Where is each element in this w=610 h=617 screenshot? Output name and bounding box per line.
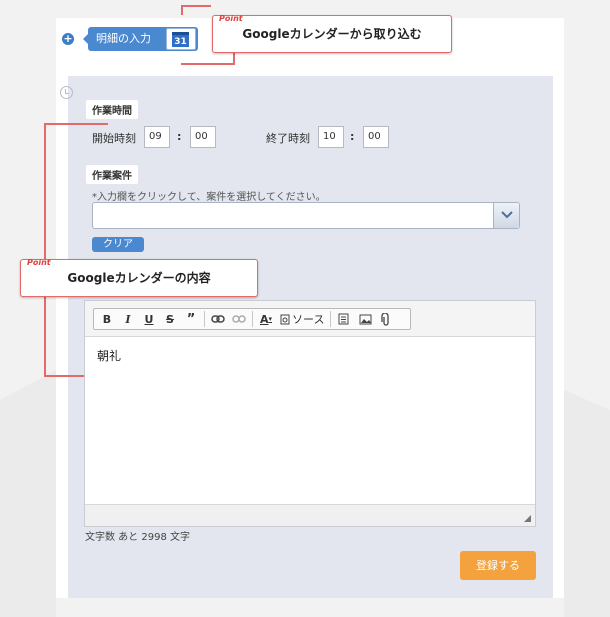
start-time-label: 開始時刻 <box>92 132 136 145</box>
strikethrough-button[interactable]: S <box>161 310 179 328</box>
editor-toolbar: B I U S ” A ▾ ソース <box>93 308 411 330</box>
source-button[interactable]: ソース <box>278 310 326 328</box>
detail-input-tab-label: 明細の入力 <box>96 32 151 45</box>
attachment-icon[interactable] <box>377 310 395 328</box>
end-time-label: 終了時刻 <box>266 132 310 145</box>
callout-import: Point Googleカレンダーから取り込む <box>212 14 452 53</box>
submit-button[interactable]: 登録する <box>460 551 536 580</box>
template-icon[interactable] <box>335 310 353 328</box>
underline-button[interactable]: U <box>140 310 158 328</box>
callout-line <box>44 123 108 125</box>
end-time-colon: : <box>350 130 355 143</box>
font-color-label: A <box>259 312 269 326</box>
point-label: Point <box>219 14 243 23</box>
clear-button[interactable]: クリア <box>92 237 144 252</box>
work-time-section-label: 作業時間 <box>86 100 138 119</box>
toolbar-separator <box>204 311 205 327</box>
image-icon[interactable] <box>356 310 374 328</box>
work-case-select[interactable] <box>92 202 520 229</box>
callout-line <box>233 52 235 65</box>
work-case-section-label: 作業案件 <box>86 165 138 184</box>
callout-content-text: Googleカレンダーの内容 <box>67 271 211 285</box>
bold-button[interactable]: B <box>98 310 116 328</box>
callout-line <box>181 5 211 7</box>
callout-line <box>181 63 235 65</box>
plus-icon[interactable]: + <box>62 33 74 45</box>
content-editor[interactable]: B I U S ” A ▾ ソース 朝礼 <box>84 300 536 527</box>
font-color-button[interactable]: A ▾ <box>257 310 275 328</box>
start-time-colon: : <box>177 130 182 143</box>
callout-line <box>44 297 46 377</box>
callout-content: Point Googleカレンダーの内容 <box>20 258 258 297</box>
toolbar-separator <box>330 311 332 327</box>
calendar-icon: 31 <box>172 32 189 47</box>
callout-line <box>44 123 46 259</box>
clock-icon <box>60 86 73 99</box>
editor-content-text: 朝礼 <box>97 349 122 363</box>
source-button-label: ソース <box>292 313 325 326</box>
toolbar-separator <box>252 311 253 327</box>
link-icon[interactable] <box>209 310 227 328</box>
editor-toolbar-strip: B I U S ” A ▾ ソース <box>85 301 535 337</box>
start-minute-input[interactable]: 00 <box>190 126 216 148</box>
point-label: Point <box>27 258 51 267</box>
work-case-note: *入力欄をクリックして、案件を選択してください。 <box>92 192 326 203</box>
start-hour-input[interactable]: 09 <box>144 126 170 148</box>
callout-import-text: Googleカレンダーから取り込む <box>242 27 422 41</box>
char-count-text: 文字数 あと 2998 文字 <box>85 532 190 543</box>
chevron-down-icon[interactable] <box>493 203 519 228</box>
editor-footer <box>85 504 535 526</box>
unlink-icon[interactable] <box>230 310 248 328</box>
italic-button[interactable]: I <box>119 310 137 328</box>
google-calendar-import-button[interactable]: 31 <box>166 28 196 50</box>
end-minute-input[interactable]: 00 <box>363 126 389 148</box>
end-hour-input[interactable]: 10 <box>318 126 344 148</box>
quote-button[interactable]: ” <box>182 310 200 328</box>
resize-handle[interactable] <box>524 515 531 522</box>
